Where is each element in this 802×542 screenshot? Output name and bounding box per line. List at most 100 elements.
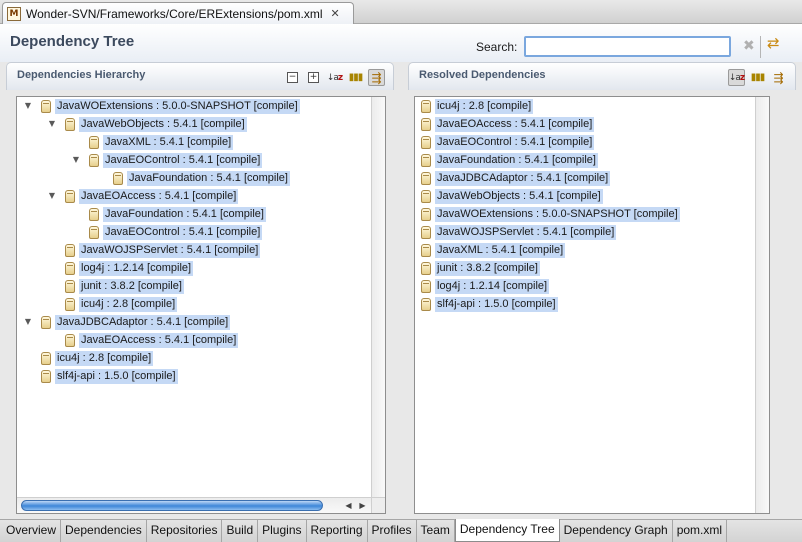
jar-icon xyxy=(421,207,431,221)
tree-node[interactable]: JavaWOJSPServlet : 5.4.1 [compile] xyxy=(65,242,261,258)
list-item[interactable]: JavaJDBCAdaptor : 5.4.1 [compile] xyxy=(421,170,611,186)
close-icon[interactable]: ✕ xyxy=(331,7,340,20)
search-label: Search: xyxy=(476,40,518,54)
tab-plugins[interactable]: Plugins xyxy=(258,520,307,542)
jar-icon xyxy=(41,99,51,113)
tree-node[interactable]: ▼ JavaWOExtensions : 5.0.0-SNAPSHOT [comp… xyxy=(25,98,300,114)
tab-dependencies[interactable]: Dependencies xyxy=(61,520,147,542)
list-item[interactable]: JavaWebObjects : 5.4.1 [compile] xyxy=(421,188,603,204)
tab-pom-xml[interactable]: pom.xml xyxy=(673,520,728,542)
list-item[interactable]: JavaXML : 5.4.1 [compile] xyxy=(421,242,566,258)
scroll-right-icon[interactable]: ▶ xyxy=(356,499,369,512)
expand-toggle-icon[interactable]: ▼ xyxy=(47,119,57,129)
clear-search-icon[interactable]: ✖ xyxy=(743,38,755,54)
jar-icon xyxy=(65,243,75,257)
tree-node-label: JavaWOExtensions : 5.0.0-SNAPSHOT [compi… xyxy=(55,98,300,114)
list-item-label: log4j : 1.2.14 [compile] xyxy=(435,278,550,294)
section-header: Dependencies Hierarchy − + ↓az ▮▮▮ ⇶ xyxy=(6,62,394,90)
tree-node[interactable]: log4j : 1.2.14 [compile] xyxy=(65,260,194,276)
horizontal-scrollbar[interactable]: ◀ ▶ xyxy=(17,497,371,513)
expand-all-icon[interactable]: + xyxy=(305,69,322,86)
jar-icon xyxy=(421,189,431,203)
columns-icon[interactable]: ▮▮▮ xyxy=(749,69,766,86)
editor-tab-bar: M Wonder-SVN/Frameworks/Core/ERExtension… xyxy=(0,0,802,24)
tree-node[interactable]: slf4j-api : 1.5.0 [compile] xyxy=(41,368,178,384)
tree-node[interactable]: icu4j : 2.8 [compile] xyxy=(65,296,178,312)
vertical-scrollbar[interactable] xyxy=(371,97,385,497)
list-item[interactable]: log4j : 1.2.14 [compile] xyxy=(421,278,550,294)
tree-node-label: JavaEOControl : 5.4.1 [compile] xyxy=(103,224,263,240)
tree-node-label: log4j : 1.2.14 [compile] xyxy=(79,260,194,276)
jar-icon xyxy=(65,279,75,293)
list-item[interactable]: JavaWOJSPServlet : 5.4.1 [compile] xyxy=(421,224,617,240)
tab-profiles[interactable]: Profiles xyxy=(368,520,417,542)
tree-node[interactable]: JavaEOControl : 5.4.1 [compile] xyxy=(89,224,263,240)
sort-icon[interactable]: ↓az xyxy=(728,69,745,86)
jar-icon xyxy=(421,135,431,149)
tree-node[interactable]: JavaEOAccess : 5.4.1 [compile] xyxy=(65,332,239,348)
sort-icon[interactable]: ↓az xyxy=(326,69,343,86)
filter-icon[interactable]: ⇶ xyxy=(368,69,385,86)
jar-icon xyxy=(421,225,431,239)
collapse-all-icon[interactable]: − xyxy=(284,69,301,86)
list-item[interactable]: JavaEOControl : 5.4.1 [compile] xyxy=(421,134,595,150)
jar-icon xyxy=(65,189,75,203)
list-item[interactable]: JavaWOExtensions : 5.0.0-SNAPSHOT [compi… xyxy=(421,206,680,222)
vertical-scrollbar[interactable] xyxy=(755,97,769,513)
jar-icon xyxy=(421,117,431,131)
scroll-left-icon[interactable]: ◀ xyxy=(342,499,355,512)
tab-dependency-tree[interactable]: Dependency Tree xyxy=(454,519,560,542)
list-item-label: JavaJDBCAdaptor : 5.4.1 [compile] xyxy=(435,170,611,186)
section-header: Resolved Dependencies ↓az ▮▮▮ ⇶ xyxy=(408,62,796,90)
list-item-label: JavaWOExtensions : 5.0.0-SNAPSHOT [compi… xyxy=(435,206,680,222)
tree-node[interactable]: JavaFoundation : 5.4.1 [compile] xyxy=(113,170,290,186)
sync-icon[interactable]: ⇄ xyxy=(767,34,780,52)
jar-icon xyxy=(421,261,431,275)
tab-overview[interactable]: Overview xyxy=(2,520,62,542)
editor-tab-pom[interactable]: M Wonder-SVN/Frameworks/Core/ERExtension… xyxy=(2,2,354,24)
tree-node[interactable]: ▼ JavaEOAccess : 5.4.1 [compile] xyxy=(49,188,239,204)
scrollbar-thumb[interactable] xyxy=(21,500,323,511)
expand-toggle-icon[interactable]: ▼ xyxy=(23,317,33,327)
expand-toggle-icon[interactable]: ▼ xyxy=(71,155,81,165)
jar-icon xyxy=(113,171,123,185)
list-item[interactable]: JavaEOAccess : 5.4.1 [compile] xyxy=(421,116,595,132)
jar-icon xyxy=(421,279,431,293)
list-item[interactable]: slf4j-api : 1.5.0 [compile] xyxy=(421,296,558,312)
filter-icon[interactable]: ⇶ xyxy=(770,69,787,86)
hierarchy-tree[interactable]: ▼ JavaWOExtensions : 5.0.0-SNAPSHOT [comp… xyxy=(16,96,386,514)
tab-dependency-graph[interactable]: Dependency Graph xyxy=(560,520,673,542)
resolved-list-content: icu4j : 2.8 [compile] JavaEOAccess : 5.4.… xyxy=(415,97,755,513)
tree-node[interactable]: ▼ JavaJDBCAdaptor : 5.4.1 [compile] xyxy=(25,314,231,330)
tree-node[interactable]: JavaXML : 5.4.1 [compile] xyxy=(89,134,234,150)
section-title: Dependencies Hierarchy xyxy=(17,69,146,81)
expand-toggle-icon[interactable]: ▼ xyxy=(23,101,33,111)
hierarchy-tree-content: ▼ JavaWOExtensions : 5.0.0-SNAPSHOT [comp… xyxy=(17,97,371,497)
list-item[interactable]: icu4j : 2.8 [compile] xyxy=(421,98,534,114)
tree-node-label: JavaXML : 5.4.1 [compile] xyxy=(103,134,234,150)
list-item[interactable]: junit : 3.8.2 [compile] xyxy=(421,260,540,276)
tab-reporting[interactable]: Reporting xyxy=(307,520,368,542)
search-input[interactable] xyxy=(524,36,731,57)
tab-build[interactable]: Build xyxy=(222,520,259,542)
tab-team[interactable]: Team xyxy=(417,520,455,542)
tab-repositories[interactable]: Repositories xyxy=(147,520,223,542)
list-item-label: JavaWOJSPServlet : 5.4.1 [compile] xyxy=(435,224,617,240)
jar-icon xyxy=(89,225,99,239)
resolved-list[interactable]: icu4j : 2.8 [compile] JavaEOAccess : 5.4.… xyxy=(414,96,770,514)
list-item-label: JavaXML : 5.4.1 [compile] xyxy=(435,242,566,258)
tree-node-label: icu4j : 2.8 [compile] xyxy=(55,350,154,366)
expand-toggle-icon[interactable]: ▼ xyxy=(47,191,57,201)
tree-node[interactable]: junit : 3.8.2 [compile] xyxy=(65,278,184,294)
tree-node[interactable]: icu4j : 2.8 [compile] xyxy=(41,350,154,366)
jar-icon xyxy=(421,171,431,185)
jar-icon xyxy=(89,135,99,149)
tree-node[interactable]: ▼ JavaEOControl : 5.4.1 [compile] xyxy=(73,152,263,168)
list-item[interactable]: JavaFoundation : 5.4.1 [compile] xyxy=(421,152,598,168)
dependencies-hierarchy-section: Dependencies Hierarchy − + ↓az ▮▮▮ ⇶ ▼ Ja… xyxy=(6,62,394,517)
list-item-label: JavaFoundation : 5.4.1 [compile] xyxy=(435,152,598,168)
columns-icon[interactable]: ▮▮▮ xyxy=(347,69,364,86)
jar-icon xyxy=(421,153,431,167)
tree-node[interactable]: ▼ JavaWebObjects : 5.4.1 [compile] xyxy=(49,116,247,132)
tree-node[interactable]: JavaFoundation : 5.4.1 [compile] xyxy=(89,206,266,222)
